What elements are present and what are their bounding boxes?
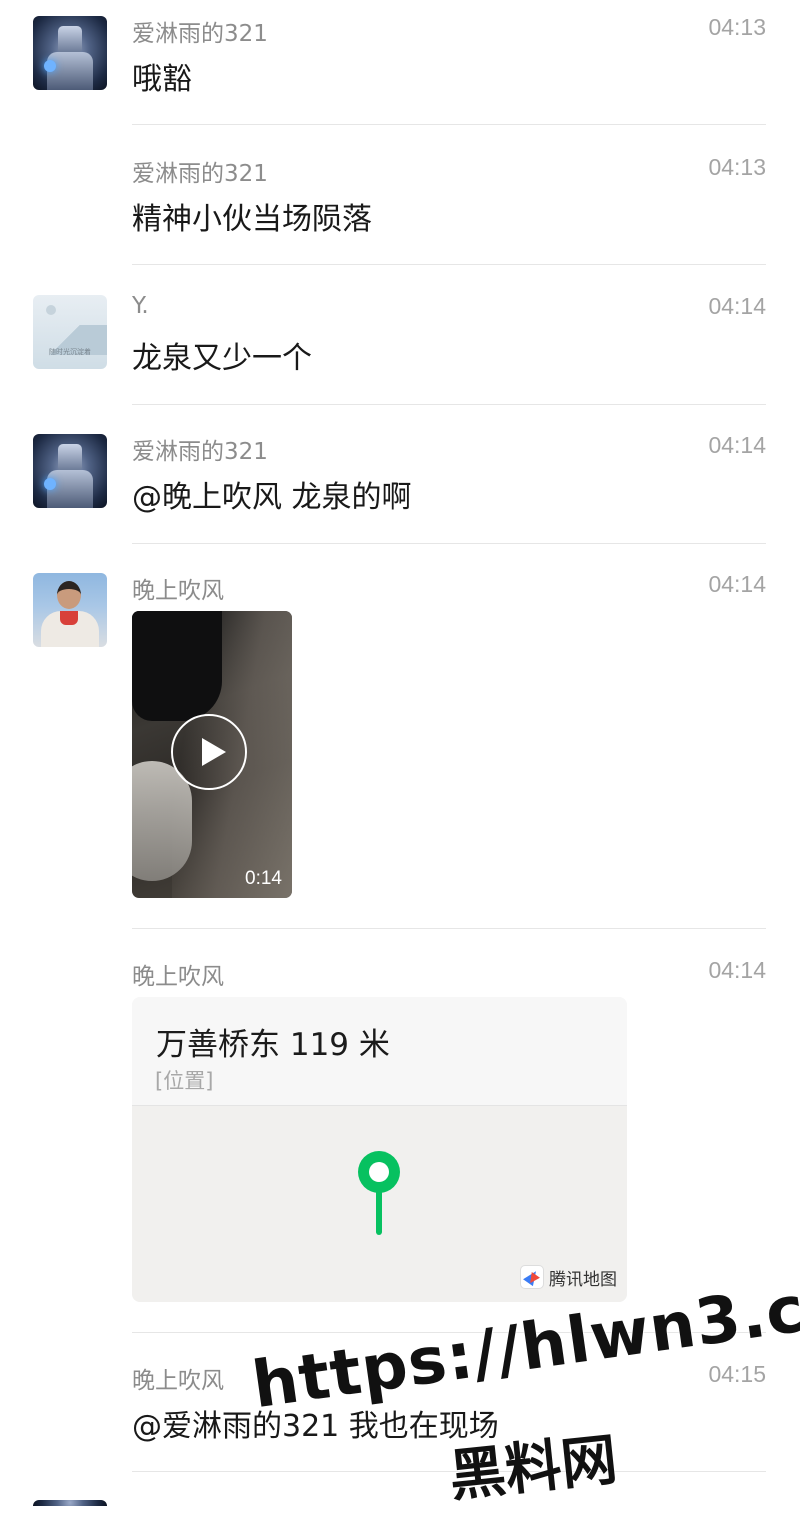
video-frame-shadow bbox=[132, 611, 222, 721]
message-text[interactable]: @晚上吹风 龙泉的啊 bbox=[132, 472, 412, 516]
location-header: 万善桥东 119 米 [位置] bbox=[132, 997, 627, 1106]
sender-avatar[interactable] bbox=[33, 573, 107, 647]
sender-name: 晚上吹风 bbox=[132, 1368, 224, 1394]
sender-avatar[interactable] bbox=[33, 1500, 107, 1506]
video-message[interactable]: 0:14 bbox=[132, 611, 292, 898]
message-text[interactable]: 精神小伙当场陨落 bbox=[132, 194, 372, 238]
avatar-sun-shape bbox=[46, 305, 56, 315]
location-title: 万善桥东 119 米 bbox=[156, 1027, 390, 1063]
sender-name: Y. bbox=[132, 293, 149, 319]
sender-avatar[interactable]: 随时光沉淀着 bbox=[33, 295, 107, 369]
avatar-person-scarf bbox=[60, 611, 78, 625]
avatar-figure-head bbox=[58, 26, 82, 52]
avatar-figure-head bbox=[58, 444, 82, 470]
message-time: 04:14 bbox=[708, 432, 766, 458]
sender-name: 晚上吹风 bbox=[132, 578, 224, 604]
sender-avatar[interactable] bbox=[33, 16, 107, 90]
avatar-glow bbox=[44, 60, 56, 72]
location-map[interactable]: 腾讯地图 bbox=[132, 1106, 627, 1302]
message-time: 04:15 bbox=[708, 1361, 766, 1387]
message-time: 04:13 bbox=[708, 154, 766, 180]
video-duration: 0:14 bbox=[245, 868, 282, 889]
avatar-glow bbox=[44, 478, 56, 490]
watermark-site: 黑料网 bbox=[446, 1427, 621, 1510]
message-text[interactable]: 哦豁 bbox=[132, 54, 192, 98]
message-text[interactable]: 龙泉又少一个 bbox=[132, 333, 312, 377]
sender-name: 爱淋雨的321 bbox=[132, 439, 268, 465]
message-divider bbox=[132, 404, 766, 405]
message-time: 04:14 bbox=[708, 293, 766, 319]
play-icon bbox=[202, 738, 226, 766]
message-time: 04:14 bbox=[708, 957, 766, 983]
sender-name: 晚上吹风 bbox=[132, 964, 224, 990]
location-card[interactable]: 万善桥东 119 米 [位置] 腾讯地图 bbox=[132, 997, 627, 1302]
sender-avatar[interactable] bbox=[33, 434, 107, 508]
message-divider bbox=[132, 928, 766, 929]
avatar-caption: 随时光沉淀着 bbox=[49, 348, 91, 356]
avatar-person-head bbox=[57, 581, 81, 609]
tencent-map-icon bbox=[520, 1265, 544, 1289]
map-pin-icon bbox=[358, 1151, 400, 1235]
avatar-figure-body bbox=[47, 470, 93, 508]
sender-name: 爱淋雨的321 bbox=[132, 161, 268, 187]
message-divider bbox=[132, 124, 766, 125]
sender-name: 爱淋雨的321 bbox=[132, 21, 268, 47]
message-time: 04:14 bbox=[708, 571, 766, 597]
message-time: 04:13 bbox=[708, 14, 766, 40]
map-brand-label: 腾讯地图 bbox=[549, 1269, 617, 1290]
message-divider bbox=[132, 543, 766, 544]
avatar-figure-body bbox=[47, 52, 93, 90]
play-button[interactable] bbox=[171, 714, 247, 790]
message-divider bbox=[132, 264, 766, 265]
location-label: [位置] bbox=[155, 1069, 214, 1093]
map-brand: 腾讯地图 bbox=[520, 1264, 617, 1290]
